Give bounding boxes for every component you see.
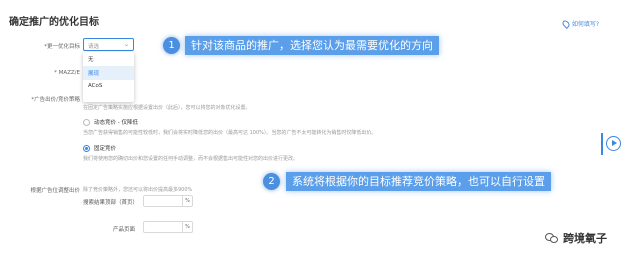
optimization-goal-select[interactable]: 请选 ⌄ bbox=[83, 38, 134, 51]
radio-button-selected[interactable] bbox=[83, 144, 90, 152]
percent-unit: % bbox=[182, 222, 192, 232]
callout-badge-1: 1 bbox=[163, 37, 180, 54]
placement-description: 除了竞价策略外，您还可以将出价提高最多900% bbox=[83, 187, 193, 193]
strategy-option-fixed[interactable]: 固定竞价 bbox=[83, 144, 116, 152]
play-icon[interactable] bbox=[606, 136, 621, 151]
page-title: 确定推广的优化目标 bbox=[9, 17, 99, 28]
goal-label: *更一优化目标 bbox=[44, 44, 80, 50]
product-page-label: 产品页面 bbox=[113, 227, 136, 233]
top-of-search-input[interactable]: % bbox=[143, 195, 193, 207]
watermark-text: 跨境氧子 bbox=[563, 232, 607, 245]
help-link[interactable]: 如何填写? bbox=[560, 18, 599, 29]
option-label: 固定竞价 bbox=[94, 146, 117, 152]
chevron-down-icon: ⌄ bbox=[123, 41, 129, 48]
callout-1: 针对该商品的推广，选择您认为最需要优化的方向 bbox=[185, 36, 439, 55]
product-page-input[interactable]: % bbox=[143, 221, 193, 233]
strategy-option-dynamic-down[interactable]: 动态竞价 - 仅降低 bbox=[83, 118, 138, 126]
max-bid-label: * MAZZ/E bbox=[54, 70, 80, 76]
option-description: 我们将使用您的确切出价和您设置的任何手动调整，而不会根据售出可能性对您的出价进行… bbox=[83, 156, 299, 162]
wechat-icon bbox=[545, 232, 559, 244]
help-link-label: 如何填写? bbox=[571, 21, 599, 28]
option-label: 动态竞价 - 仅降低 bbox=[94, 120, 138, 126]
top-of-search-label: 搜索结果顶部（首页） bbox=[83, 200, 139, 206]
placement-label: 根据广告位调整出价 bbox=[30, 188, 80, 194]
percent-unit: % bbox=[182, 196, 192, 206]
watermark: 跨境氧子 bbox=[545, 230, 607, 246]
strategy-description: 在固定广告策略实施应根据设置出价（此后），您可以将您的对象优化设置。 bbox=[83, 105, 251, 111]
bid-strategy-label: *广告出价/竞价策略 bbox=[31, 97, 80, 103]
dropdown-option-acos[interactable]: ACoS bbox=[83, 80, 134, 94]
select-value: 请选 bbox=[88, 44, 100, 50]
radio-button[interactable] bbox=[83, 118, 90, 126]
goal-dropdown-menu: 无 展现 ACoS bbox=[83, 52, 134, 102]
location-pin-icon bbox=[560, 18, 571, 29]
option-description: 当您广告获得销售的可能性较低时，我们会将实时降低您的出价（最高可达 100%）。… bbox=[83, 130, 377, 136]
callout-badge-2: 2 bbox=[263, 173, 280, 190]
callout-2: 系统将根据你的目标推荐竞价策略，也可以自行设置 bbox=[286, 172, 551, 191]
scroll-indicator bbox=[601, 133, 603, 155]
dropdown-option-none[interactable]: 无 bbox=[83, 52, 134, 66]
dropdown-option-impressions[interactable]: 展现 bbox=[83, 66, 134, 80]
campaign-settings-panel: 确定推广的优化目标 如何填写? *更一优化目标 请选 ⌄ 无 展现 ACoS *… bbox=[0, 0, 627, 266]
